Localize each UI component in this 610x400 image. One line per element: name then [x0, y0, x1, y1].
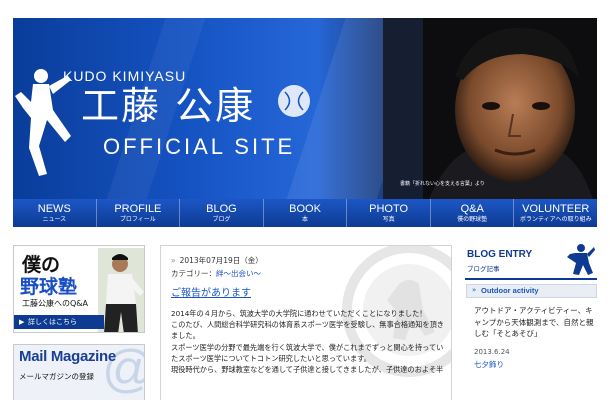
blog-entry-subtitle: ブログ記事 — [467, 265, 500, 273]
photo-caption: 書籍「折れない心を支える言葉」より — [400, 181, 485, 187]
blog-divider — [465, 278, 597, 280]
nav-label-en: PROFILE — [114, 203, 162, 215]
blog-entry-title: BLOG ENTRY — [467, 249, 533, 260]
blog-entry-link[interactable]: 七夕飾り — [474, 359, 504, 370]
nav-label-en: Q&A — [460, 203, 484, 215]
blog-entry-date: 2013.6.24 — [474, 348, 510, 356]
nav-label-jp: ボランティアへの取り組み — [519, 216, 592, 223]
nav-label-jp: 写真 — [382, 216, 395, 223]
blog-category-bar[interactable]: » Outdoor activity — [466, 284, 597, 298]
header-banner: KUDO KIMIYASU 工藤 公康 OFFICIAL SITE 書籍「折れな… — [13, 18, 597, 214]
banner-more-label: 詳しくはこちら — [28, 318, 77, 326]
banner-subtitle: 工藤公康へのQ&A — [22, 299, 89, 308]
banner-more-button[interactable]: ▶ 詳しくはこちら — [14, 315, 104, 329]
nav-label-jp: ブログ — [212, 216, 231, 223]
post-date: » 2013年07月19日（金） — [171, 255, 263, 266]
nav-label-en: BLOG — [206, 203, 237, 215]
header-site-label: OFFICIAL SITE — [103, 134, 296, 159]
banner-line2: 野球塾 — [20, 276, 78, 298]
nav-label-en: NEWS — [37, 203, 71, 215]
player-silhouette-icon — [567, 244, 595, 275]
nav-label-en: BOOK — [289, 203, 321, 215]
player-photo — [98, 248, 144, 332]
post-category-label: カテゴリー： — [171, 269, 216, 278]
yakyu-juku-banner[interactable]: 僕の 野球塾 工藤公康へのQ&A ▶ 詳しくはこちら — [13, 245, 145, 333]
nav-news[interactable]: NEWS ニュース — [13, 199, 97, 227]
nav-blog[interactable]: BLOG ブログ — [180, 199, 264, 227]
nav-volunteer[interactable]: VOLUNTEER ボランティアへの取り組み — [514, 199, 597, 227]
post-body-line: たスポーツ医学についてトコトン研究したいと思っています。 — [171, 353, 371, 363]
nav-label-en: VOLUNTEER — [522, 203, 590, 215]
blog-category-description: アウトドア・アクティビティー、キャンプから天体観測まで、自然と親しむ「そとあそび… — [474, 306, 594, 338]
page: KUDO KIMIYASU 工藤 公康 OFFICIAL SITE 書籍「折れな… — [0, 0, 610, 400]
blog-category-label: Outdoor activity — [481, 286, 539, 295]
arrow-right-icon: ▶ — [19, 318, 25, 326]
post-body-line: スポーツ医学の分野で最先端を行く筑波大学で、僕がこれまでずっと関心を持ってい — [171, 342, 444, 352]
post-category-link[interactable]: 絆～出会い～ — [216, 269, 261, 278]
post-panel: » 2013年07月19日（金） カテゴリー：絆～出会い～ ご報告があります 20… — [160, 245, 452, 400]
blog-entry-header: BLOG ENTRY ブログ記事 — [465, 244, 597, 277]
post-category: カテゴリー：絆～出会い～ — [171, 268, 261, 279]
header-name-jp: 工藤 公康 — [81, 84, 256, 128]
baseball-glove-icon — [278, 85, 310, 117]
post-body: 2014年の４月から、筑波大学の大学院に通わせていただくことになりました！ この… — [171, 308, 446, 375]
nav-label-jp: 本 — [302, 216, 309, 223]
nav-photo[interactable]: PHOTO 写真 — [347, 199, 431, 227]
post-date-text: 2013年07月19日（金） — [179, 256, 263, 265]
mail-magazine-title: Mail Magazine — [19, 348, 116, 365]
nav-profile[interactable]: PROFILE プロフィール — [97, 199, 181, 227]
nav-qa[interactable]: Q&A 僕の野球塾 — [431, 199, 515, 227]
mail-magazine-subtitle: メールマガジンの登録 — [19, 372, 94, 381]
post-body-line: ました。 — [171, 331, 200, 341]
post-body-line: このたび、人間総合科学研究科の体育系スポーツ医学を受験し、無事合格通知を頂き — [171, 320, 444, 330]
nav-book[interactable]: BOOK 本 — [264, 199, 348, 227]
main-nav: NEWS ニュース PROFILE プロフィール BLOG ブログ BOOK 本… — [13, 199, 597, 227]
arrow-icon: » — [472, 286, 477, 294]
arrow-icon: » — [171, 256, 176, 265]
nav-label-en: PHOTO — [369, 203, 409, 215]
nav-label-jp: ニュース — [42, 216, 67, 223]
header-name-en: KUDO KIMIYASU — [63, 68, 187, 84]
post-title[interactable]: ご報告があります — [171, 284, 251, 299]
post-body-line: 2014年の４月から、筑波大学の大学院に通わせていただくことになりました！ — [171, 309, 427, 318]
nav-label-jp: 僕の野球塾 — [457, 216, 488, 223]
mail-magazine-box[interactable]: @ Mail Magazine メールマガジンの登録 — [13, 344, 145, 400]
nav-label-jp: プロフィール — [119, 216, 156, 223]
post-body-line: 現役時代から、野球教室などを通して子供達と接してきましたが、子供達のおよそ半 — [171, 365, 444, 375]
